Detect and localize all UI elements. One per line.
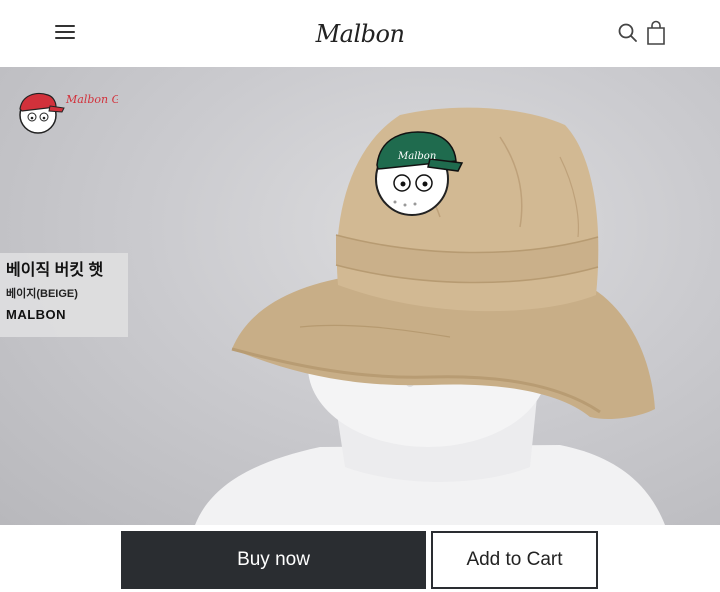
product-brand: MALBON <box>6 307 67 322</box>
product-color: 베이지(BEIGE) <box>6 288 78 300</box>
badge-brand-text: Malbon Golf <box>65 93 118 106</box>
site-logo[interactable]: Malbon <box>300 14 420 54</box>
add-to-cart-button[interactable]: Add to Cart <box>431 531 598 589</box>
hat-patch-text: Malbon <box>397 151 436 162</box>
product-title: 베이직 버킷 햇 <box>6 262 104 279</box>
search-icon[interactable] <box>616 21 640 45</box>
top-header: Malbon <box>0 0 720 67</box>
malbon-golf-badge: Malbon Golf <box>19 92 118 134</box>
shopping-bag-icon[interactable] <box>644 20 668 46</box>
purchase-action-bar: Buy now Add to Cart <box>0 525 720 592</box>
product-info-overlay: 베이직 버킷 햇 베이지(BEIGE) MALBON <box>0 253 128 337</box>
hamburger-menu-icon[interactable] <box>52 22 78 44</box>
product-hero-image: Malbon Malbon Golf 베이직 버킷 햇 베이지(BEIGE) M… <box>0 67 720 525</box>
buy-now-button[interactable]: Buy now <box>121 531 426 589</box>
